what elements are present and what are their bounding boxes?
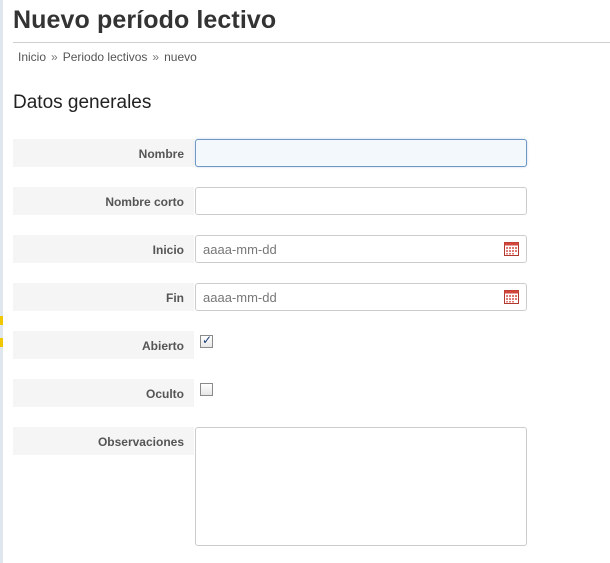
label-cell: Observaciones: [13, 427, 194, 455]
form-row-nombre: Nombre: [13, 139, 610, 167]
breadcrumb-separator: »: [51, 50, 58, 64]
calendar-icon[interactable]: [504, 290, 519, 304]
field-label-abierto: Abierto: [142, 339, 184, 353]
oculto-checkbox[interactable]: [200, 383, 213, 396]
abierto-checkbox[interactable]: ✓: [200, 333, 213, 348]
label-cell: Nombre corto: [13, 187, 194, 215]
nombre-input[interactable]: [195, 139, 527, 167]
sidebar-highlight-marker: [0, 338, 3, 347]
field-label-nombre-corto: Nombre corto: [105, 195, 184, 209]
label-cell: Fin: [13, 283, 194, 311]
form-row-observaciones: Observaciones: [13, 427, 610, 547]
field-label-observaciones: Observaciones: [97, 435, 184, 449]
breadcrumb-separator: »: [152, 50, 160, 64]
form-row-abierto: Abierto ✓: [13, 331, 610, 359]
form-row-nombre-corto: Nombre corto: [13, 187, 610, 215]
field-label-fin: Fin: [166, 291, 184, 305]
label-cell: Nombre: [13, 139, 194, 167]
check-icon: ✓: [202, 333, 213, 347]
breadcrumb-link-periodos[interactable]: Periodo lectivos: [63, 50, 148, 64]
fin-placeholder: aaaa-mm-dd: [203, 290, 277, 305]
label-cell: Inicio: [13, 235, 194, 263]
field-label-nombre: Nombre: [138, 147, 184, 161]
fin-date-input[interactable]: aaaa-mm-dd: [195, 283, 527, 311]
nombre-corto-input[interactable]: [195, 187, 527, 215]
sidebar-highlight-marker: [0, 316, 3, 325]
left-sidebar-edge: [0, 0, 3, 563]
calendar-icon[interactable]: [504, 242, 519, 256]
form-row-fin: Fin aaaa-mm-dd: [13, 283, 610, 311]
breadcrumb-current: nuevo: [164, 50, 197, 64]
form-row-inicio: Inicio aaaa-mm-dd: [13, 235, 610, 263]
label-cell: Oculto: [13, 379, 194, 407]
field-label-inicio: Inicio: [152, 243, 184, 257]
breadcrumb-link-inicio[interactable]: Inicio: [18, 50, 46, 64]
field-label-oculto: Oculto: [146, 387, 184, 401]
form-row-oculto: Oculto: [13, 379, 610, 407]
inicio-date-input[interactable]: aaaa-mm-dd: [195, 235, 527, 263]
section-title: Datos generales: [13, 92, 152, 113]
inicio-placeholder: aaaa-mm-dd: [203, 242, 277, 257]
page-title: Nuevo período lectivo: [13, 6, 277, 34]
title-divider: [13, 42, 610, 43]
breadcrumb: Inicio » Periodo lectivos » nuevo: [18, 50, 197, 64]
label-cell: Abierto: [13, 331, 194, 359]
observaciones-textarea[interactable]: [195, 427, 527, 546]
